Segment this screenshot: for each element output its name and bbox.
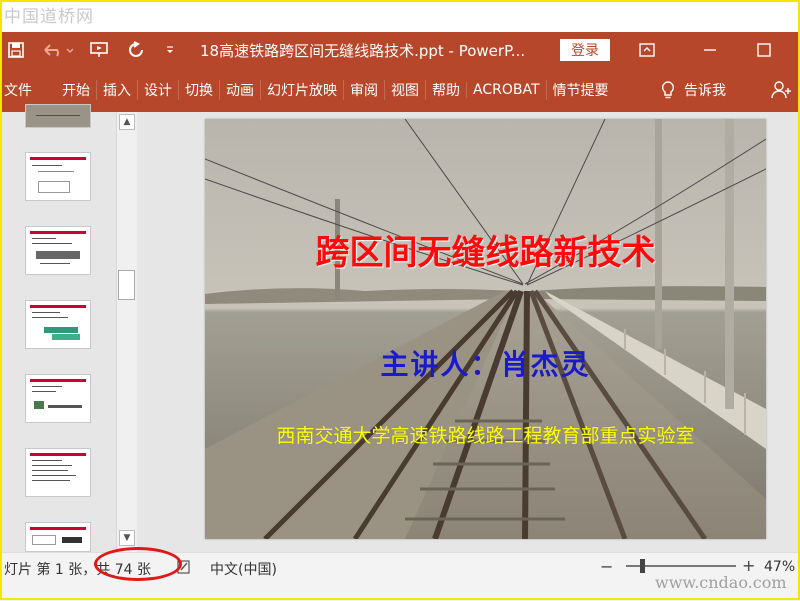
tell-me[interactable]: 告诉我 [660, 68, 726, 112]
window-title: 18高速铁路跨区间无缝线路技术.ppt - PowerP... [200, 42, 526, 60]
zoom-slider-thumb[interactable] [640, 559, 645, 573]
slide-thumbnail[interactable] [25, 522, 91, 552]
lightbulb-icon [661, 81, 675, 99]
undo-icon[interactable] [38, 32, 78, 68]
share-user-icon[interactable] [770, 80, 792, 104]
scroll-up-icon[interactable]: ▲ [119, 114, 135, 130]
tell-me-label: 告诉我 [684, 83, 726, 99]
railway-photo [205, 119, 766, 539]
highlight-ellipse [94, 547, 182, 581]
from-beginning-icon[interactable] [86, 32, 114, 68]
tab-slideshow[interactable]: 幻灯片放映 [260, 80, 343, 100]
thumbnail-scrollbar[interactable]: ▲ ▼ [116, 112, 137, 552]
slide-organization: 西南交通大学高速铁路线路工程教育部重点实验室 [276, 425, 695, 447]
tab-storyboard[interactable]: 情节提要 [545, 80, 615, 100]
slide-thumbnail[interactable] [25, 226, 91, 275]
ribbon-tabs: 文件 开始 插入 设计 切换 动画 幻灯片放映 审阅 视图 帮助 ACROBAT… [0, 68, 615, 112]
tab-review[interactable]: 审阅 [343, 80, 384, 100]
login-button[interactable]: 登录 [560, 39, 610, 61]
top-strip: 中国道桥网 [0, 0, 800, 32]
current-slide[interactable]: 跨区间无缝线路新技术 主讲人：肖杰灵 西南交通大学高速铁路线路工程教育部重点实验… [205, 119, 766, 539]
watermark-top: 中国道桥网 [4, 7, 94, 27]
redo-icon[interactable] [122, 32, 150, 68]
slide-thumbnail[interactable] [25, 152, 91, 201]
tab-animations[interactable]: 动画 [219, 80, 260, 100]
tab-insert[interactable]: 插入 [96, 80, 137, 100]
slide-presenter: 主讲人：肖杰灵 [380, 348, 591, 381]
tab-view[interactable]: 视图 [384, 80, 425, 100]
scrollbar-thumb[interactable] [118, 270, 135, 300]
zoom-out-icon[interactable]: − [600, 557, 613, 576]
title-bar: 18高速铁路跨区间无缝线路技术.ppt - PowerP... 登录 [0, 32, 800, 68]
slide-thumbnail[interactable] [25, 448, 91, 497]
slide-thumbnail[interactable] [25, 374, 91, 423]
tab-acrobat[interactable]: ACROBAT [466, 82, 546, 98]
tab-design[interactable]: 设计 [137, 80, 178, 100]
tab-file[interactable]: 文件 [0, 80, 56, 100]
ribbon-display-icon[interactable] [632, 32, 662, 68]
tab-help[interactable]: 帮助 [425, 80, 466, 100]
slide-title: 跨区间无缝线路新技术 [315, 233, 656, 273]
slide-thumbnail[interactable] [25, 300, 91, 349]
slide-thumbnail[interactable] [25, 104, 91, 128]
maximize-icon[interactable] [744, 32, 784, 68]
ribbon: 文件 开始 插入 设计 切换 动画 幻灯片放映 审阅 视图 帮助 ACROBAT… [0, 68, 800, 112]
save-icon[interactable] [4, 32, 28, 68]
watermark-bottom: www.cndao.com [655, 573, 787, 592]
language-status[interactable]: 中文(中国) [210, 559, 277, 579]
minimize-icon[interactable] [690, 32, 730, 68]
tab-transitions[interactable]: 切换 [178, 80, 219, 100]
tab-home[interactable]: 开始 [56, 80, 96, 100]
scroll-down-icon[interactable]: ▼ [119, 530, 135, 546]
customize-toolbar-icon[interactable] [160, 32, 180, 68]
